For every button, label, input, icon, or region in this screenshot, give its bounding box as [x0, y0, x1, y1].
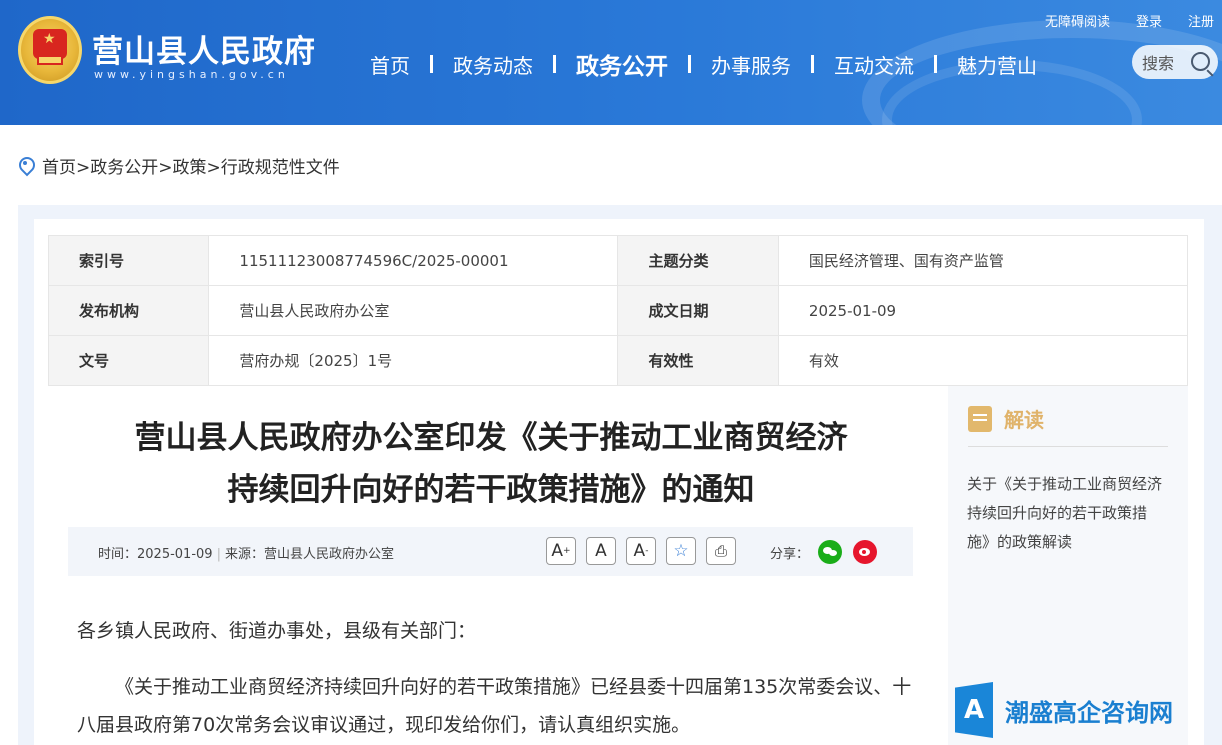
meta-key-category: 主题分类 — [617, 235, 779, 286]
publish-time: 时间：2025-01-09 — [98, 547, 213, 562]
nav-item-home[interactable]: 首页 — [370, 50, 410, 79]
accessibility-link[interactable]: 无障碍阅读 — [1045, 11, 1110, 30]
font-reset-button[interactable]: A — [586, 537, 616, 565]
nav-divider — [688, 55, 691, 73]
national-emblem-icon[interactable]: ★ — [18, 16, 82, 84]
table-row: 索引号 11511123008774596C/2025-00001 主题分类 国… — [47, 235, 1189, 286]
watermark-logo-icon: A — [955, 682, 993, 738]
article-paragraph: 《关于推动工业商贸经济持续回升向好的若干政策措施》已经县委十四届第135次常委会… — [77, 676, 912, 736]
meta-key-date: 成文日期 — [617, 285, 779, 336]
table-row: 发布机构 营山县人民政府办公室 成文日期 2025-01-09 — [47, 285, 1189, 336]
meta-value-doc-number: 营府办规〔2025〕1号 — [208, 335, 619, 386]
article-toolbar: 时间：2025-01-09 | 来源：营山县人民政府办公室 A + A A- ☆ ⎙ … — [68, 527, 913, 576]
meta-key-issuer: 发布机构 — [47, 285, 210, 336]
document-meta-table: 索引号 11511123008774596C/2025-00001 主题分类 国… — [47, 235, 1189, 386]
meta-value-validity: 有效 — [777, 335, 1189, 386]
meta-value-index: 11511123008774596C/2025-00001 — [208, 235, 619, 286]
article-paragraph: 各乡镇人民政府、街道办事处，县级有关部门： — [77, 620, 477, 642]
nav-divider — [430, 55, 433, 73]
article-info: 时间：2025-01-09 | 来源：营山县人民政府办公室 — [98, 547, 394, 562]
sidebar-heading-text: 解读 — [1004, 408, 1044, 432]
meta-key-index: 索引号 — [47, 235, 210, 286]
wechat-share-icon[interactable] — [818, 540, 842, 564]
article-source: 来源：营山县人民政府办公室 — [224, 547, 394, 562]
top-links: 无障碍阅读 登录 注册 — [1045, 11, 1214, 30]
site-domain: www.yingshan.gov.cn — [94, 68, 289, 81]
interpretation-link[interactable]: 关于《关于推动工业商贸经济持续回升向好的若干政策措施》的政策解读 — [967, 470, 1167, 557]
font-decrease-button[interactable]: A- — [626, 537, 656, 565]
nav-item-interaction[interactable]: 互动交流 — [834, 50, 914, 79]
search-icon[interactable] — [1191, 52, 1210, 71]
nav-divider — [811, 55, 814, 73]
font-increase-button[interactable]: A + — [546, 537, 576, 565]
nav-item-news[interactable]: 政务动态 — [453, 50, 533, 79]
nav-divider — [553, 55, 556, 73]
meta-value-issuer: 营山县人民政府办公室 — [208, 285, 619, 336]
article-title-line: 营山县人民政府办公室印发《关于推动工业商贸经济 — [134, 420, 848, 456]
meta-value-date: 2025-01-09 — [777, 285, 1189, 336]
watermark-text: 潮盛高企咨询网 — [1005, 698, 1173, 727]
breadcrumb-text[interactable]: 首页>政务公开>政策>行政规范性文件 — [42, 153, 340, 178]
print-icon[interactable]: ⎙ — [706, 537, 736, 565]
register-link[interactable]: 注册 — [1188, 11, 1214, 30]
site-header: ★ 营山县人民政府 www.yingshan.gov.cn 无障碍阅读 登录 注… — [0, 0, 1222, 125]
article-title-line: 持续回升向好的若干政策措施》的通知 — [227, 472, 755, 508]
weibo-share-icon[interactable] — [853, 540, 877, 564]
nav-item-services[interactable]: 办事服务 — [711, 50, 791, 79]
watermark: A 潮盛高企咨询网 — [955, 682, 1173, 738]
sidebar-heading: 解读 — [968, 404, 1044, 433]
location-pin-icon — [18, 157, 32, 175]
article-title: 营山县人民政府办公室印发《关于推动工业商贸经济 持续回升向好的若干政策措施》的通… — [66, 412, 916, 516]
nav-divider — [934, 55, 937, 73]
nav-item-charm[interactable]: 魅力营山 — [957, 50, 1037, 79]
meta-key-validity: 有效性 — [617, 335, 779, 386]
document-icon — [968, 405, 992, 432]
nav-item-open-government[interactable]: 政务公开 — [576, 47, 668, 81]
search-label[interactable]: 搜索 — [1142, 50, 1174, 74]
table-row: 文号 营府办规〔2025〕1号 有效性 有效 — [47, 335, 1189, 386]
site-title[interactable]: 营山县人民政府 — [92, 26, 316, 71]
login-link[interactable]: 登录 — [1136, 11, 1162, 30]
favorite-star-icon[interactable]: ☆ — [666, 537, 696, 565]
breadcrumb: 首页>政务公开>政策>行政规范性文件 — [18, 153, 340, 178]
divider — [968, 446, 1168, 447]
meta-key-doc-number: 文号 — [47, 335, 210, 386]
main-nav: 首页 政务动态 政务公开 办事服务 互动交流 魅力营山 — [370, 47, 1037, 81]
meta-value-category: 国民经济管理、国有资产监管 — [777, 235, 1189, 286]
search-box[interactable]: 搜索 — [1132, 45, 1218, 79]
share-label: 分享： — [770, 547, 810, 562]
